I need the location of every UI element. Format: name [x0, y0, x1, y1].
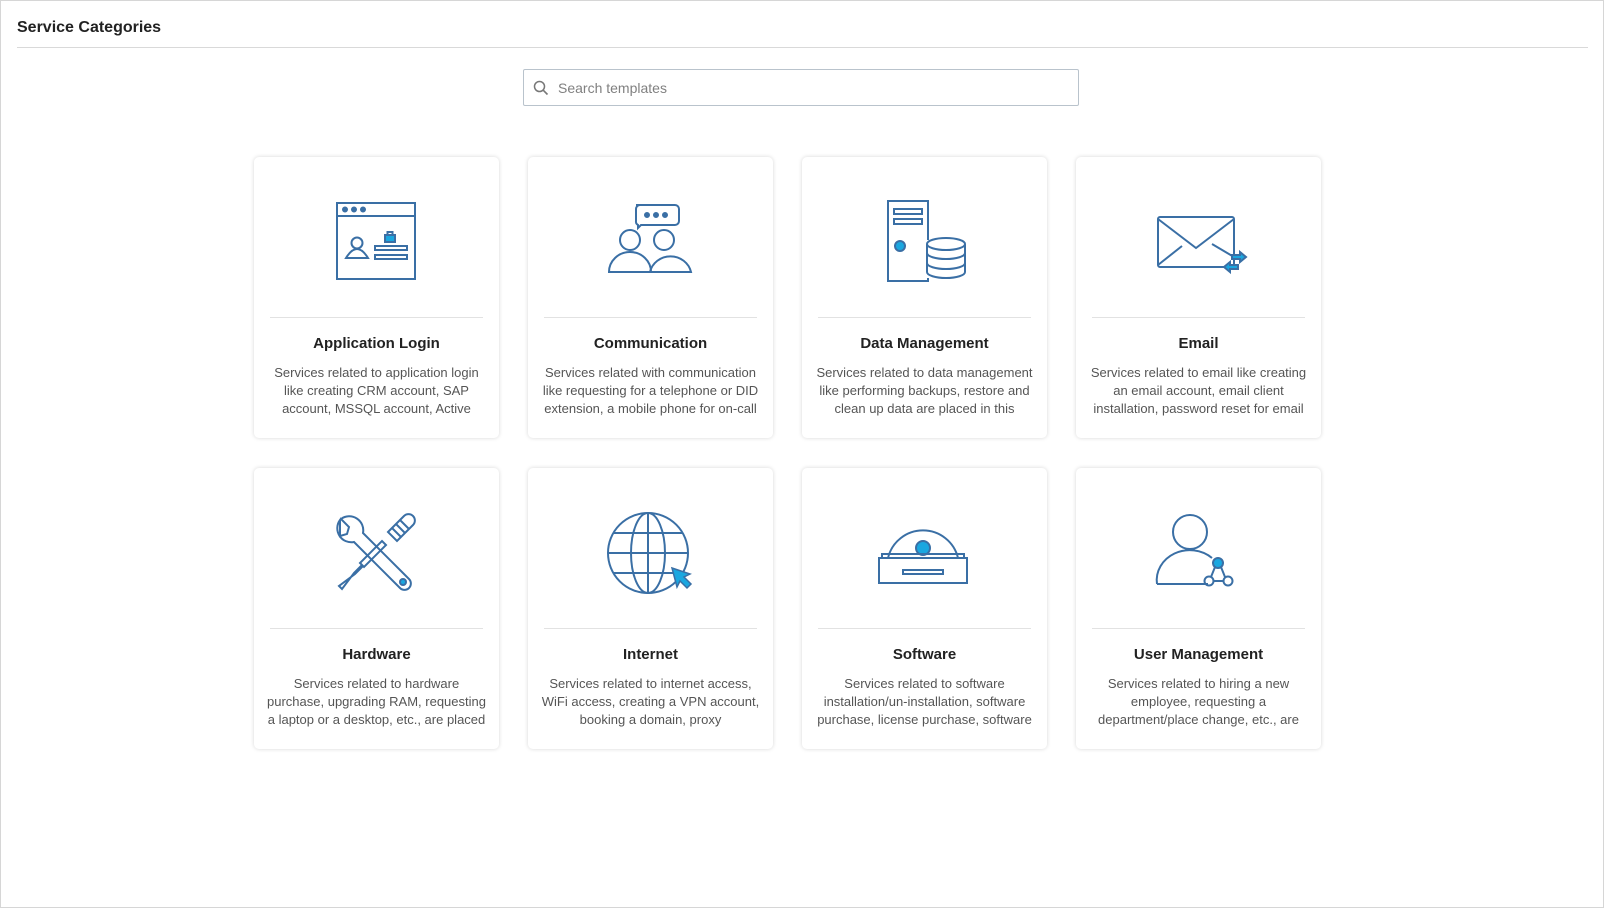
divider [544, 628, 757, 629]
card-description: Services related with communication like… [542, 365, 759, 416]
card-title: Internet [622, 646, 678, 663]
divider [818, 628, 1031, 629]
category-card-software[interactable]: Software Services related to software in… [802, 468, 1047, 749]
category-card-email[interactable]: Email Services related to email like cre… [1076, 157, 1321, 438]
category-card-hardware[interactable]: Hardware Services related to hardware pu… [254, 468, 499, 749]
card-description: Services related to software installatio… [817, 676, 1032, 727]
card-title: User Management [1133, 646, 1264, 663]
disc-drive-icon [878, 529, 968, 584]
card-title: Software [892, 646, 957, 663]
search-icon [533, 80, 549, 95]
category-card-internet[interactable]: Internet Services related to internet ac… [528, 468, 773, 749]
card-description: Services related to application login li… [274, 365, 479, 416]
divider [270, 628, 483, 629]
card-title: Communication [593, 335, 708, 352]
card-description: Services related to hiring a new employe… [1098, 676, 1299, 727]
category-card-application-login[interactable]: Application Login Services related to ap… [254, 157, 499, 438]
divider [1092, 628, 1305, 629]
globe-cursor-icon [607, 512, 693, 594]
user-network-icon [1155, 514, 1234, 587]
card-description: Services related to hardware purchase, u… [267, 676, 486, 727]
card-description: Services related to internet access, WiF… [541, 676, 760, 727]
card-description: Services related to email like creating … [1090, 365, 1307, 416]
category-card-communication[interactable]: Communication Services related with comm… [528, 157, 773, 438]
page-title: Service Categories [17, 19, 162, 36]
category-card-user-management[interactable]: User Management Services related to hiri… [1076, 468, 1321, 749]
card-title: Data Management [860, 335, 989, 352]
divider [17, 47, 1588, 48]
wrench-screwdriver-icon [336, 513, 416, 591]
card-title: Hardware [342, 646, 411, 663]
search-box[interactable] [523, 69, 1079, 106]
card-title: Email [1178, 335, 1219, 352]
divider [544, 317, 757, 318]
category-card-data-management[interactable]: Data Management Services related to data… [802, 157, 1047, 438]
people-chat-icon [607, 204, 693, 273]
card-title: Application Login [313, 335, 440, 352]
search-input[interactable] [556, 78, 1060, 97]
browser-login-icon [336, 202, 416, 280]
page-frame [0, 0, 1604, 908]
divider [270, 317, 483, 318]
divider [1092, 317, 1305, 318]
divider [818, 317, 1031, 318]
card-description: Services related to data management like… [816, 365, 1033, 416]
server-database-icon [887, 200, 966, 282]
envelope-transfer-icon [1157, 216, 1248, 275]
